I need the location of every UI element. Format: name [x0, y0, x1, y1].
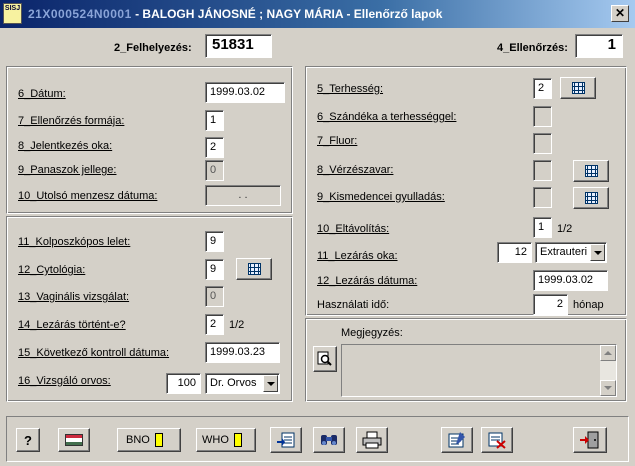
main-window: SISJ 21X000524N0001 - BALOGH JÁNOSNÉ ; N…	[0, 0, 635, 466]
vaginalis-label: 13_Vaginális vizsgálat:	[18, 291, 130, 303]
title-bar: SISJ 21X000524N0001 - BALOGH JÁNOSNÉ ; N…	[0, 0, 635, 28]
datum-field[interactable]: 1999.03.02	[205, 82, 285, 103]
exit-button[interactable]	[573, 427, 607, 453]
eltavolitas-field[interactable]: 1	[533, 217, 552, 238]
terhesseg-field[interactable]: 2	[533, 78, 552, 99]
chevron-down-icon[interactable]	[590, 244, 605, 261]
zoom-button[interactable]	[313, 346, 337, 372]
lezaras-oka-label: 11_Lezárás oka:	[317, 250, 398, 262]
language-button[interactable]	[58, 428, 90, 452]
close-button[interactable]: ✕	[611, 5, 629, 22]
menzesz-field[interactable]: . .	[205, 185, 281, 206]
megjegyzes-label: Megjegyzés:	[341, 327, 403, 339]
orvos-select-value: Dr. Orvos	[210, 377, 257, 389]
hasznalati-ido-unit: hónap	[573, 299, 604, 311]
who-indicator-icon	[233, 433, 242, 447]
forma-field[interactable]: 1	[205, 110, 224, 131]
cytologia-label: 12_Cytológia:	[18, 264, 86, 276]
magnifier-icon	[317, 351, 332, 366]
delete-form-icon	[488, 432, 506, 449]
datum-label: 6_Dátum:	[18, 88, 66, 100]
felhelyezes-field[interactable]: 51831	[205, 34, 272, 58]
eltavolitas-label: 10_Eltávolítás:	[317, 223, 390, 235]
window-title: 21X000524N0001 - BALOGH JÁNOSNÉ ; NAGY M…	[28, 7, 442, 21]
edit-button[interactable]	[441, 427, 473, 453]
verzeszavar-label: 8_Vérzészavar:	[317, 164, 394, 176]
kismedencei-lookup-button[interactable]	[573, 187, 609, 209]
menzesz-label: 10_Utolsó menzesz dátuma:	[18, 190, 158, 202]
who-button[interactable]: WHO	[196, 428, 256, 452]
calculator-icon	[584, 165, 598, 177]
cytologia-lookup-button[interactable]	[236, 258, 272, 280]
kolposzkopos-field[interactable]: 9	[205, 231, 224, 252]
verzeszavar-lookup-button[interactable]	[573, 160, 609, 182]
title-patient-id: 21X000524N0001	[28, 7, 132, 21]
scroll-up-arrow-icon[interactable]	[600, 345, 616, 361]
hasznalati-ido-field[interactable]: 2	[533, 294, 568, 315]
jelentkezes-field[interactable]: 2	[205, 137, 224, 158]
szandek-label: 6_Szándéka a terhességgel:	[317, 111, 457, 123]
kolposzkopos-label: 11_Kolposzkópos lelet:	[18, 236, 131, 248]
title-patient-name: - BALOGH JÁNOSNÉ ; NAGY MÁRIA - Ellenőrz…	[131, 7, 443, 21]
chevron-down-icon[interactable]	[263, 375, 278, 392]
bno-button[interactable]: BNO	[117, 428, 181, 452]
felhelyezes-label: 2_Felhelyezés:	[114, 42, 192, 54]
print-button[interactable]	[356, 427, 388, 453]
fluor-label: 7_Fluor:	[317, 135, 358, 147]
bno-indicator-icon	[154, 433, 163, 447]
kismedencei-label: 9_Kismedencei gyulladás:	[317, 191, 445, 203]
orvos-select[interactable]: Dr. Orvos	[205, 373, 280, 394]
lezaras-oka-select-value: Extrauteri	[540, 246, 588, 258]
help-button[interactable]: ?	[16, 428, 40, 452]
vaginalis-field[interactable]: 0	[205, 286, 224, 307]
hasznalati-ido-label: Használati idő:	[317, 299, 390, 311]
lezaras-datum-label: 12_Lezárás dátuma:	[317, 275, 418, 287]
lezaras-label: 14_Lezárás történt-e?	[18, 319, 126, 331]
szandek-field[interactable]	[533, 106, 552, 127]
forma-label: 7_Ellenőrzés formája:	[18, 115, 125, 127]
lezaras-oka-code-field[interactable]: 12	[497, 242, 532, 263]
hungarian-flag-icon	[65, 434, 83, 446]
calculator-icon	[584, 192, 598, 204]
terhesseg-lookup-button[interactable]	[560, 77, 596, 99]
search-button[interactable]	[313, 427, 345, 453]
scroll-down-arrow-icon[interactable]	[600, 380, 616, 396]
kismedencei-field[interactable]	[533, 187, 552, 208]
binoculars-icon	[321, 435, 337, 445]
kontroll-field[interactable]: 1999.03.23	[205, 342, 280, 363]
notes-button[interactable]	[270, 427, 302, 453]
verzeszavar-field[interactable]	[533, 160, 552, 181]
orvos-label: 16_Vizsgáló orvos:	[18, 375, 111, 387]
panaszok-label: 9_Panaszok jellege:	[18, 164, 117, 176]
megjegyzes-textarea[interactable]	[341, 344, 617, 397]
jelentkezes-label: 8_Jelentkezés oka:	[18, 140, 113, 152]
delete-button[interactable]	[481, 427, 513, 453]
megjegyzes-scrollbar[interactable]	[600, 345, 616, 396]
app-icon: SISJ	[3, 3, 22, 24]
ellenorzes-field[interactable]: 1	[575, 34, 623, 58]
who-label: WHO	[202, 434, 229, 446]
panaszok-field[interactable]: 0	[205, 160, 224, 181]
eltavolitas-hint: 1/2	[557, 223, 573, 235]
terhesseg-label: 5_Terhesség:	[317, 83, 384, 95]
fluor-field[interactable]	[533, 133, 552, 154]
lezaras-oka-select[interactable]: Extrauteri	[535, 242, 607, 263]
calculator-icon	[247, 263, 261, 275]
printer-icon	[362, 431, 382, 449]
bno-label: BNO	[126, 434, 150, 446]
ellenorzes-label: 4_Ellenőrzés:	[497, 42, 568, 54]
exit-door-icon	[580, 431, 599, 449]
lezaras-hint: 1/2	[229, 319, 245, 331]
kontroll-label: 15_Következő kontroll dátuma:	[18, 347, 170, 359]
lezaras-datum-field[interactable]: 1999.03.02	[533, 270, 608, 291]
edit-form-icon	[448, 432, 465, 448]
calculator-icon	[571, 82, 585, 94]
cytologia-field[interactable]: 9	[205, 259, 224, 280]
notes-icon	[277, 432, 295, 448]
lezaras-field[interactable]: 2	[205, 314, 224, 335]
orvos-code-field[interactable]: 100	[166, 373, 201, 394]
